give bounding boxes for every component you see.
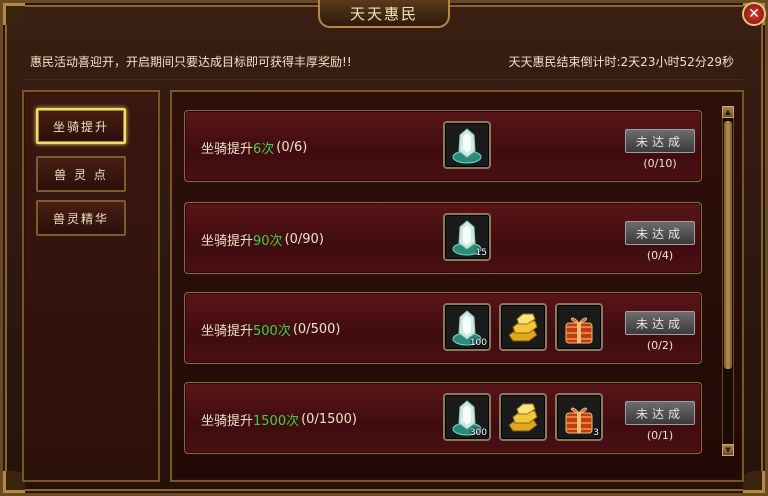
- reward-slot[interactable]: [443, 121, 491, 169]
- nav-label: 兽 灵 点: [54, 167, 108, 182]
- task-progress: (0/90): [284, 231, 324, 247]
- nav-mount-upgrade[interactable]: 坐骑提升: [36, 108, 126, 144]
- reward-quantity: 3: [593, 428, 599, 438]
- task-progress: (0/6): [276, 139, 308, 155]
- task-list-panel: 坐骑提升 6次 (0/6) 未达成 (0/10) 坐骑提升 90次 (0/90) 15 未达成 (0…: [170, 90, 744, 482]
- task-progress: (0/500): [292, 321, 341, 337]
- scroll-down-icon[interactable]: ▼: [722, 444, 734, 456]
- task-row: 坐骑提升 90次 (0/90) 15 未达成 (0/4): [184, 202, 702, 274]
- close-icon: ✕: [748, 6, 760, 22]
- task-target: 6次: [253, 141, 275, 157]
- nav-beast-spirit-points[interactable]: 兽 灵 点: [36, 156, 126, 192]
- scroll-thumb[interactable]: [724, 121, 732, 369]
- scrollbar[interactable]: ▲ ▼: [722, 106, 734, 456]
- task-prefix: 坐骑提升: [201, 413, 254, 429]
- nav-beast-spirit-essence[interactable]: 兽灵精华: [36, 200, 126, 236]
- task-label: 坐骑提升 500次 (0/500): [201, 293, 441, 365]
- reward-slot[interactable]: [555, 303, 603, 351]
- reward-quantity: 300: [469, 428, 487, 438]
- claim-count: (0/1): [646, 429, 674, 442]
- task-target: 500次: [253, 323, 291, 339]
- category-panel: 坐骑提升 兽 灵 点 兽灵精华: [22, 90, 160, 482]
- task-target: 90次: [253, 233, 283, 249]
- task-row: 坐骑提升 1500次 (0/1500) 300 3 未达成 (0/1): [184, 382, 702, 454]
- frame-corner: [743, 471, 765, 493]
- task-prefix: 坐骑提升: [201, 323, 254, 339]
- window-title: 天天惠民: [318, 0, 450, 28]
- scroll-up-icon[interactable]: ▲: [722, 106, 734, 118]
- task-label: 坐骑提升 6次 (0/6): [201, 111, 441, 183]
- reward-slot[interactable]: 15: [443, 213, 491, 261]
- nav-label: 兽灵精华: [52, 211, 109, 226]
- reward-quantity: 15: [475, 248, 487, 258]
- event-notice: 惠民活动喜迎开，开启期间只要达成目标即可获得丰厚奖励!!: [30, 55, 352, 69]
- task-label: 坐骑提升 90次 (0/90): [201, 203, 441, 275]
- reward-slot[interactable]: 100: [443, 303, 491, 351]
- reward-slot[interactable]: 300: [443, 393, 491, 441]
- task-label: 坐骑提升 1500次 (0/1500): [201, 383, 441, 455]
- close-button[interactable]: ✕: [742, 2, 766, 26]
- claim-count: (0/4): [646, 249, 674, 262]
- reward-slot[interactable]: [499, 393, 547, 441]
- task-row: 坐骑提升 500次 (0/500) 100 未达成 (0/2): [184, 292, 702, 364]
- task-prefix: 坐骑提升: [201, 141, 254, 157]
- task-progress: (0/1500): [301, 411, 357, 427]
- claim-button[interactable]: 未达成: [625, 401, 695, 425]
- claim-count: (0/2): [646, 339, 674, 352]
- reward-slot[interactable]: [499, 303, 547, 351]
- countdown-timer: 天天惠民结束倒计时:2天23小时52分29秒: [508, 55, 735, 69]
- task-row: 坐骑提升 6次 (0/6) 未达成 (0/10): [184, 110, 702, 182]
- claim-count: (0/10): [643, 157, 677, 170]
- nav-label: 坐骑提升: [52, 119, 109, 134]
- claim-button[interactable]: 未达成: [625, 311, 695, 335]
- frame-corner: [3, 3, 25, 25]
- reward-slot[interactable]: 3: [555, 393, 603, 441]
- reward-quantity: 100: [469, 338, 487, 348]
- claim-button[interactable]: 未达成: [625, 129, 695, 153]
- claim-button[interactable]: 未达成: [625, 221, 695, 245]
- task-prefix: 坐骑提升: [201, 233, 254, 249]
- task-target: 1500次: [253, 413, 300, 429]
- info-bar: 惠民活动喜迎开，开启期间只要达成目标即可获得丰厚奖励!! 天天惠民结束倒计时:2…: [22, 44, 742, 80]
